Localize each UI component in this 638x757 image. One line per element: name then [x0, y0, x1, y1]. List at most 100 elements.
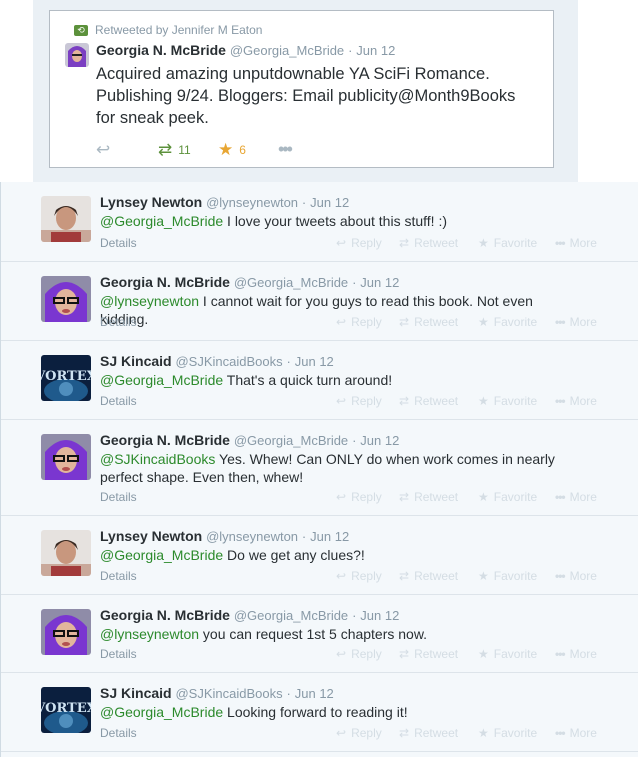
reply-button[interactable]: ↩ Reply — [336, 569, 399, 583]
reply-button[interactable]: ↩ Reply — [336, 490, 399, 504]
retweet-icon: ⇄ — [399, 490, 410, 504]
star-icon: ★ — [478, 315, 489, 329]
retweeted-tweet-card[interactable]: ⟲ Retweeted by Jennifer M Eaton Georgia … — [49, 10, 554, 168]
reply-tweet[interactable]: VORTEX SJ Kincaid @SJKincaidBooks · Jun … — [1, 673, 638, 752]
retweet-button[interactable]: ⇄ Retweet — [399, 315, 478, 329]
details-link[interactable]: Details — [100, 726, 137, 740]
details-link[interactable]: Details — [100, 490, 137, 504]
author-handle[interactable]: @lynseynewton — [206, 195, 298, 210]
favorite-button[interactable]: ★ Favorite — [478, 647, 555, 661]
more-icon: ••• — [555, 236, 566, 250]
reply-button[interactable]: ↩ Reply — [336, 726, 399, 740]
more-button[interactable]: ••• More — [555, 726, 597, 740]
avatar[interactable] — [41, 196, 91, 242]
author-handle[interactable]: @SJKincaidBooks — [175, 354, 282, 369]
favorite-button[interactable]: ★ Favorite — [478, 726, 555, 740]
author-name[interactable]: Lynsey Newton — [100, 194, 202, 210]
retweet-icon: ⇄ — [158, 139, 173, 159]
tweet-date[interactable]: Jun 12 — [295, 686, 334, 701]
avatar[interactable]: VORTEX — [41, 355, 91, 401]
avatar[interactable] — [41, 434, 91, 480]
author-handle[interactable]: @Georgia_McBride — [234, 608, 348, 623]
author-name[interactable]: Georgia N. McBride — [100, 607, 230, 623]
tweet-date[interactable]: Jun 12 — [360, 275, 399, 290]
details-link[interactable]: Details — [100, 236, 137, 250]
tweet-header: Lynsey Newton @lynseynewton · Jun 12 — [100, 528, 349, 544]
favorite-button[interactable]: ★ 6 — [218, 140, 278, 160]
details-link[interactable]: Details — [100, 315, 137, 329]
retweet-button[interactable]: ⇄ Retweet — [399, 394, 478, 408]
reply-tweet[interactable]: Georgia N. McBride @Georgia_McBride · Ju… — [1, 262, 638, 341]
tweet-date[interactable]: Jun 12 — [310, 529, 349, 544]
more-button[interactable]: ••• More — [555, 569, 597, 583]
more-label: More — [569, 490, 597, 504]
tweet-date[interactable]: Jun 12 — [360, 433, 399, 448]
favorite-button[interactable]: ★ Favorite — [478, 569, 555, 583]
author-name[interactable]: SJ Kincaid — [100, 685, 172, 701]
more-button[interactable]: ••• More — [555, 647, 597, 661]
retweet-label: Retweet — [414, 315, 459, 329]
tweet-date[interactable]: Jun 12 — [356, 43, 395, 58]
author-handle[interactable]: @Georgia_McBride — [234, 275, 348, 290]
tweet-actions: ↩ ⇄ 11 ★ 6 ••• — [96, 139, 293, 160]
author-handle[interactable]: @Georgia_McBride — [234, 433, 348, 448]
retweet-button[interactable]: ⇄ Retweet — [399, 726, 478, 740]
reply-label: Reply — [351, 726, 382, 740]
mention-link[interactable]: @lynseynewton — [100, 293, 199, 309]
retweet-button[interactable]: ⇄ Retweet — [399, 569, 478, 583]
author-name[interactable]: Lynsey Newton — [100, 528, 202, 544]
reply-tweet[interactable]: Lynsey Newton @lynseynewton · Jun 12 @Ge… — [1, 182, 638, 262]
retweet-icon: ⇄ — [399, 726, 410, 740]
details-link[interactable]: Details — [100, 569, 137, 583]
more-button[interactable]: ••• More — [555, 490, 597, 504]
details-link[interactable]: Details — [100, 394, 137, 408]
author-name[interactable]: Georgia N. McBride — [96, 42, 226, 58]
more-button[interactable]: ••• More — [555, 394, 597, 408]
author-handle[interactable]: @lynseynewton — [206, 529, 298, 544]
reply-tweet[interactable]: Lynsey Newton @lynseynewton · Jun 12 @Ge… — [1, 516, 638, 595]
mention-link[interactable]: @Georgia_McBride — [100, 547, 223, 563]
reply-button[interactable]: ↩ Reply — [336, 647, 399, 661]
avatar[interactable]: VORTEX — [41, 687, 91, 733]
retweet-button[interactable]: ⇄ Retweet — [399, 490, 478, 504]
favorite-button[interactable]: ★ Favorite — [478, 236, 555, 250]
more-button[interactable]: ••• More — [555, 315, 597, 329]
reply-button[interactable]: ↩ Reply — [336, 394, 399, 408]
reply-button[interactable]: ↩ — [96, 140, 158, 160]
retweet-button[interactable]: ⇄ 11 — [158, 140, 218, 160]
reply-label: Reply — [351, 569, 382, 583]
star-icon: ★ — [478, 569, 489, 583]
author-name[interactable]: Georgia N. McBride — [100, 432, 230, 448]
mention-link[interactable]: @SJKincaidBooks — [100, 451, 215, 467]
reply-tweet[interactable]: Georgia N. McBride @Georgia_McBride · Ju… — [1, 420, 638, 516]
retweet-button[interactable]: ⇄ Retweet — [399, 236, 478, 250]
avatar[interactable] — [65, 43, 89, 67]
author-name[interactable]: Georgia N. McBride — [100, 274, 230, 290]
details-link[interactable]: Details — [100, 647, 137, 661]
more-icon: ••• — [555, 315, 566, 329]
reply-tweet[interactable]: Georgia N. McBride @Georgia_McBride · Ju… — [1, 595, 638, 673]
mention-link[interactable]: @Georgia_McBride — [100, 372, 223, 388]
tweet-date[interactable]: Jun 12 — [295, 354, 334, 369]
avatar[interactable] — [41, 276, 91, 322]
retweet-button[interactable]: ⇄ Retweet — [399, 647, 478, 661]
favorite-button[interactable]: ★ Favorite — [478, 490, 555, 504]
author-name[interactable]: SJ Kincaid — [100, 353, 172, 369]
mention-link[interactable]: @lynseynewton — [100, 626, 199, 642]
tweet-date[interactable]: Jun 12 — [360, 608, 399, 623]
favorite-button[interactable]: ★ Favorite — [478, 394, 555, 408]
author-handle[interactable]: @SJKincaidBooks — [175, 686, 282, 701]
favorite-button[interactable]: ★ Favorite — [478, 315, 555, 329]
more-button[interactable]: ••• More — [555, 236, 597, 250]
more-icon[interactable]: ••• — [278, 139, 293, 160]
avatar[interactable] — [41, 530, 91, 576]
tweet-date[interactable]: Jun 12 — [310, 195, 349, 210]
reply-button[interactable]: ↩ Reply — [336, 315, 399, 329]
mention-link[interactable]: @Georgia_McBride — [100, 704, 223, 720]
reply-button[interactable]: ↩ Reply — [336, 236, 399, 250]
reply-tweet[interactable]: VORTEX SJ Kincaid @SJKincaidBooks · Jun … — [1, 341, 638, 420]
author-handle[interactable]: @Georgia_McBride — [230, 43, 344, 58]
mention-link[interactable]: @Georgia_McBride — [100, 213, 223, 229]
dot-separator: · — [352, 275, 357, 290]
avatar[interactable] — [41, 609, 91, 655]
